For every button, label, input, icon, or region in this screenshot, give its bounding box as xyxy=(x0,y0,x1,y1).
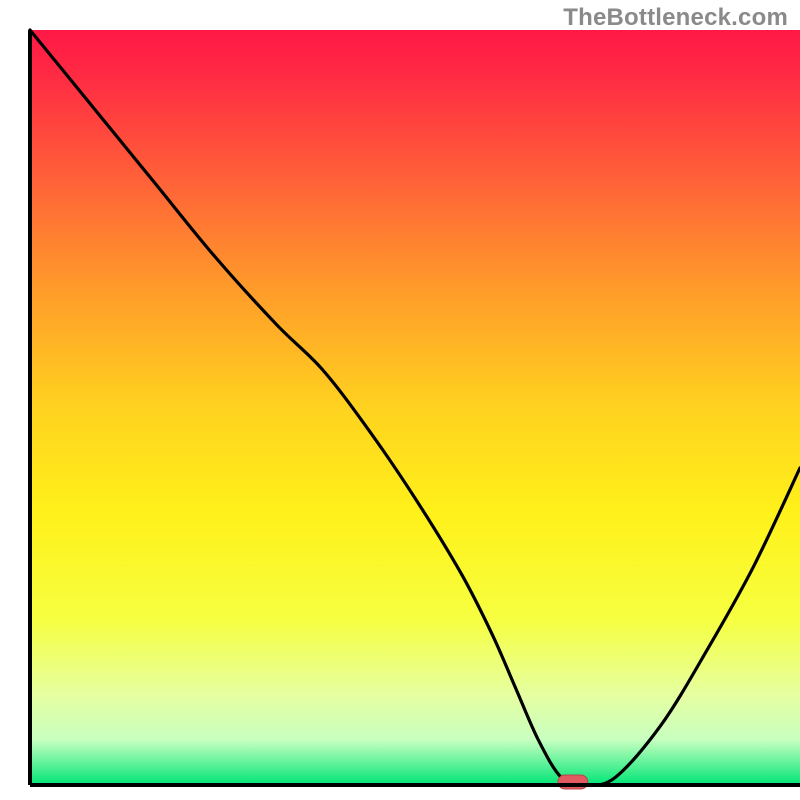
watermark-text: TheBottleneck.com xyxy=(563,4,788,32)
chart-stage: TheBottleneck.com xyxy=(0,0,800,800)
heat-background xyxy=(30,30,800,785)
chart-svg xyxy=(0,0,800,800)
